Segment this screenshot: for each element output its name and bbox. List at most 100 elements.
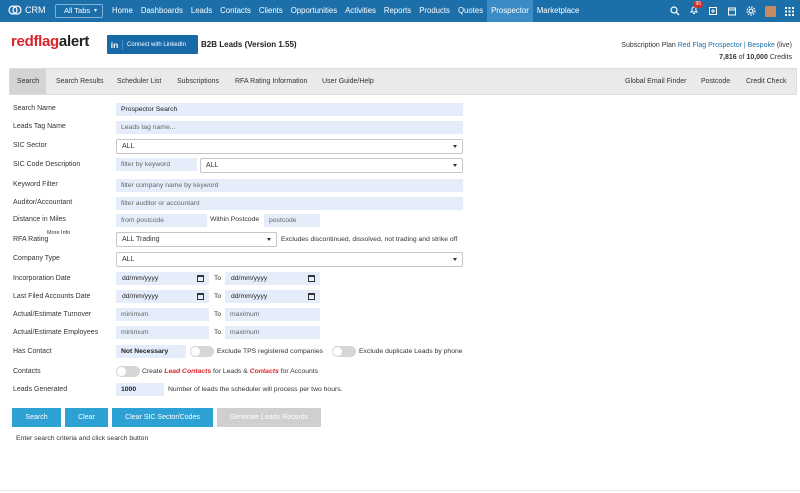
nav-item-clients[interactable]: Clients bbox=[255, 0, 287, 22]
exclude-tps-toggle[interactable] bbox=[190, 346, 214, 357]
subscription-plan-link[interactable]: Red Flag Prospector | Bespoke bbox=[678, 42, 775, 49]
tab-rfa-rating-information[interactable]: RFA Rating Information bbox=[235, 69, 307, 94]
credits-of: of bbox=[738, 54, 745, 61]
last-filed-date-to[interactable]: dd/mm/yyyy bbox=[225, 290, 320, 303]
footer-divider bbox=[0, 490, 800, 491]
app-grid-icon[interactable] bbox=[785, 6, 794, 16]
add-record-icon[interactable] bbox=[708, 6, 718, 16]
chevron-down-icon bbox=[453, 164, 457, 167]
sic-keyword-field[interactable]: filter by keyword bbox=[116, 158, 197, 171]
date-placeholder: dd/mm/yyyy bbox=[122, 275, 159, 282]
contacts-label: Contacts bbox=[13, 368, 41, 375]
calendar-icon[interactable] bbox=[727, 6, 737, 16]
top-navigation-bar: CRM All Tabs ▾ Home Dashboards Leads Con… bbox=[0, 0, 800, 22]
connect-linkedin-label: Connect with LinkedIn bbox=[127, 41, 187, 48]
linkedin-icon: in bbox=[107, 39, 123, 50]
calendar-icon[interactable] bbox=[308, 275, 315, 282]
leads-generated-field[interactable]: 1000 bbox=[116, 383, 164, 396]
nav-item-dashboards[interactable]: Dashboards bbox=[137, 0, 187, 22]
search-button[interactable]: Search bbox=[12, 408, 61, 427]
turnover-min-field[interactable]: minimum bbox=[116, 308, 209, 321]
turnover-label: Actual/Estimate Turnover bbox=[13, 311, 92, 318]
employees-max-field[interactable]: maximum bbox=[225, 326, 320, 339]
credits-label: Credits bbox=[769, 54, 792, 61]
last-filed-label: Last Filed Accounts Date bbox=[13, 293, 91, 300]
company-type-label: Company Type bbox=[13, 255, 60, 262]
to-label: To bbox=[214, 329, 222, 336]
nav-item-opportunities[interactable]: Opportunities bbox=[287, 0, 341, 22]
turnover-max-field[interactable]: maximum bbox=[225, 308, 320, 321]
clear-button[interactable]: Clear bbox=[65, 408, 108, 427]
clear-sic-button[interactable]: Clear SIC Sector/Codes bbox=[112, 408, 213, 427]
tab-user-guide-help[interactable]: User Guide/Help bbox=[322, 69, 374, 94]
tab-subscriptions[interactable]: Subscriptions bbox=[177, 69, 219, 94]
chevron-down-icon bbox=[453, 258, 457, 261]
employees-label: Actual/Estimate Employees bbox=[13, 329, 99, 336]
leads-generated-label: Leads Generated bbox=[13, 386, 68, 393]
credits-used: 7,816 bbox=[719, 54, 737, 61]
sic-code-select[interactable]: ALL bbox=[200, 158, 463, 173]
sic-sector-select[interactable]: ALL bbox=[116, 139, 463, 154]
rfa-rating-note: Excludes discontinued, dissolved, not tr… bbox=[281, 236, 458, 243]
to-label: To bbox=[214, 275, 222, 282]
company-type-select[interactable]: ALL bbox=[116, 252, 463, 267]
last-filed-date-from[interactable]: dd/mm/yyyy bbox=[116, 290, 209, 303]
rfa-rating-label: RFA Rating bbox=[13, 236, 49, 243]
gear-icon[interactable] bbox=[746, 6, 756, 16]
notifications-button[interactable]: 95 bbox=[689, 1, 703, 17]
crm-brand[interactable]: CRM bbox=[8, 5, 46, 15]
nav-item-activities[interactable]: Activities bbox=[341, 0, 380, 22]
distance-field[interactable]: from postcode bbox=[116, 214, 207, 227]
incorporation-date-from[interactable]: dd/mm/yyyy bbox=[116, 272, 209, 285]
search-name-label: Search Name bbox=[13, 105, 56, 112]
employees-min-field[interactable]: minimum bbox=[116, 326, 209, 339]
tab-credit-check[interactable]: Credit Check bbox=[746, 69, 786, 94]
status-message: Enter search criteria and click search b… bbox=[16, 435, 149, 442]
connect-linkedin-button[interactable]: in Connect with LinkedIn bbox=[107, 35, 198, 54]
has-contact-field[interactable]: Not Necessary bbox=[116, 345, 186, 358]
nav-item-quotes[interactable]: Quotes bbox=[454, 0, 487, 22]
nav-item-prospector[interactable]: Prospector bbox=[487, 0, 533, 22]
date-placeholder: dd/mm/yyyy bbox=[231, 293, 268, 300]
postcode-field[interactable]: postcode bbox=[264, 214, 320, 227]
search-icon[interactable] bbox=[670, 6, 680, 16]
leads-tag-label: Leads Tag Name bbox=[13, 123, 66, 130]
leads-tag-field[interactable]: Leads tag name... bbox=[116, 121, 463, 134]
nav-item-home[interactable]: Home bbox=[108, 0, 137, 22]
incorporation-date-to[interactable]: dd/mm/yyyy bbox=[225, 272, 320, 285]
tab-global-email-finder[interactable]: Global Email Finder bbox=[625, 69, 686, 94]
tab-search[interactable]: Search bbox=[10, 69, 46, 94]
calendar-icon[interactable] bbox=[308, 293, 315, 300]
calendar-icon[interactable] bbox=[197, 275, 204, 282]
tab-search-results[interactable]: Search Results bbox=[56, 69, 103, 94]
sic-code-label: SIC Code Description bbox=[13, 161, 81, 168]
keyword-filter-field[interactable]: filter company name by keyword bbox=[116, 179, 463, 192]
auditor-field[interactable]: filter auditor or accountant bbox=[116, 197, 463, 210]
create-contacts-toggle[interactable] bbox=[116, 366, 140, 377]
more-info-link[interactable]: More Info bbox=[47, 230, 70, 236]
search-name-field[interactable]: Prospector Search bbox=[116, 103, 463, 116]
avatar[interactable] bbox=[765, 5, 776, 17]
tab-postcode[interactable]: Postcode bbox=[701, 69, 730, 94]
within-postcode-label: Within Postcode bbox=[210, 216, 260, 223]
nav-item-leads[interactable]: Leads bbox=[187, 0, 216, 22]
all-tabs-dropdown[interactable]: All Tabs ▾ bbox=[55, 4, 103, 18]
tab-scheduler-list[interactable]: Scheduler List bbox=[117, 69, 161, 94]
nav-item-contacts[interactable]: Contacts bbox=[216, 0, 255, 22]
create-word: Create bbox=[142, 368, 163, 375]
generate-leads-button[interactable]: Generate Leads Records bbox=[217, 408, 321, 427]
exclude-duplicate-toggle[interactable] bbox=[332, 346, 356, 357]
distance-label: Distance in Miles bbox=[13, 216, 66, 223]
sic-sector-value: ALL bbox=[122, 143, 135, 150]
auditor-label: Auditor/Accountant bbox=[13, 199, 73, 206]
rfa-rating-select[interactable]: ALL Trading bbox=[116, 232, 277, 247]
calendar-icon[interactable] bbox=[197, 293, 204, 300]
redflagalert-logo: redflagalert bbox=[11, 33, 89, 50]
to-label: To bbox=[214, 311, 222, 318]
logo-dark-text: alert bbox=[58, 33, 90, 50]
sic-code-value: ALL bbox=[206, 162, 219, 169]
nav-item-reports[interactable]: Reports bbox=[380, 0, 415, 22]
nav-item-marketplace[interactable]: Marketplace bbox=[533, 0, 583, 22]
chevron-down-icon bbox=[453, 145, 457, 148]
nav-item-products[interactable]: Products bbox=[415, 0, 454, 22]
